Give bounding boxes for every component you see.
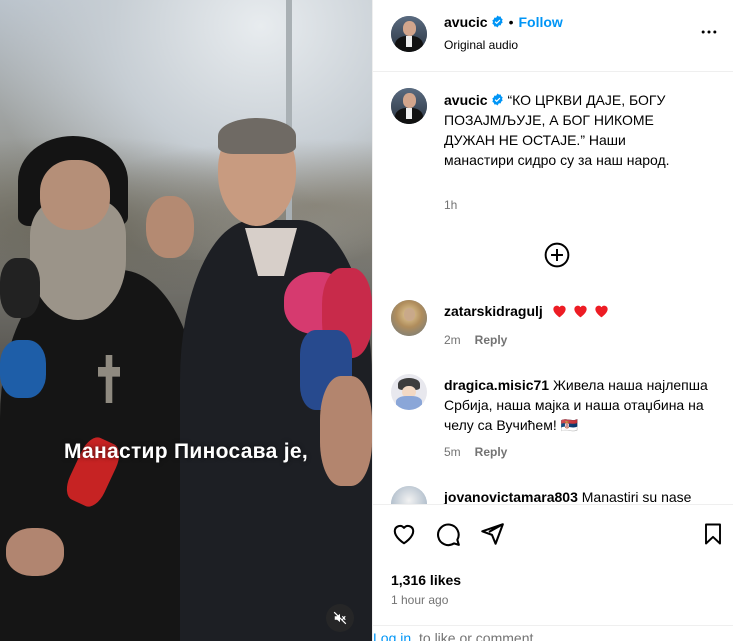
avatar[interactable] — [391, 88, 427, 124]
hand — [6, 528, 64, 576]
video-caption: Манастир Пиносава је, — [64, 440, 308, 463]
load-more-comments-button[interactable] — [544, 242, 570, 268]
heart-icon — [574, 305, 587, 318]
post-actions: 1,316 likes 1 hour ago Log in to like or… — [373, 504, 733, 641]
post-header: avucic • Follow Original audio — [373, 0, 733, 72]
audio-label[interactable]: Original audio — [444, 38, 518, 52]
paper-plane-icon — [481, 523, 504, 545]
post-time[interactable]: 1 hour ago — [391, 593, 448, 607]
caption-time[interactable]: 1h — [444, 198, 457, 212]
comment: jovanovictamara803 Manastiri su nase — [444, 487, 729, 504]
comment-text: Manastiri su nase — [581, 489, 692, 504]
commenter-avatar[interactable] — [391, 374, 427, 410]
comment-bubble-icon — [437, 523, 460, 547]
caption-username[interactable]: avucic — [444, 92, 488, 108]
post-media[interactable]: Манастир Пиносава је, — [0, 0, 372, 641]
more-options-button[interactable] — [699, 22, 719, 47]
commenter-avatar[interactable] — [391, 486, 427, 504]
priest-face — [40, 160, 110, 230]
mute-button[interactable] — [326, 604, 354, 632]
comment-username[interactable]: zatarskidragulj — [444, 303, 543, 319]
verified-badge-icon — [491, 93, 503, 106]
commenter-avatar[interactable] — [391, 300, 427, 336]
microphone — [0, 258, 40, 318]
speaker-muted-icon — [333, 611, 347, 625]
login-prompt: Log in to like or comment. — [373, 625, 733, 641]
like-count[interactable]: 1,316 likes — [391, 572, 461, 588]
comment-time[interactable]: 2m — [444, 333, 461, 347]
login-prompt-text: to like or comment. — [419, 630, 538, 641]
post-caption: avucic “КО ЦРКВИ ДАЈЕ, БОГУ ПОЗАЈМЉУЈЕ, … — [444, 90, 694, 170]
comment-button[interactable] — [435, 521, 461, 552]
username[interactable]: avucic — [444, 14, 488, 30]
background-person — [146, 196, 194, 258]
comment-username[interactable]: dragica.misic71 — [444, 377, 549, 393]
reply-button[interactable]: Reply — [475, 333, 508, 347]
man-hair — [218, 118, 296, 154]
heart-icon — [595, 305, 608, 318]
post-panel: avucic • Follow Original audio avucic “КО … — [372, 0, 733, 641]
more-options-icon — [701, 30, 717, 34]
comment-time[interactable]: 5m — [444, 445, 461, 459]
like-button[interactable] — [391, 521, 417, 552]
plus-circle-icon — [544, 242, 570, 268]
reply-button[interactable]: Reply — [475, 445, 508, 459]
comment-meta: 2m Reply — [444, 333, 507, 347]
hand — [320, 376, 372, 486]
heart-icon — [553, 305, 566, 318]
verified-badge-icon — [491, 15, 503, 28]
comment-meta: 5m Reply — [444, 445, 507, 459]
comment: zatarskidragulj — [444, 301, 714, 321]
login-link[interactable]: Log in — [373, 630, 411, 641]
heart-outline-icon — [393, 524, 415, 545]
microphone — [0, 340, 46, 398]
comments-section[interactable]: avucic “КО ЦРКВИ ДАЈЕ, БОГУ ПОЗАЈМЉУЈЕ, … — [373, 72, 733, 504]
follow-button[interactable]: Follow — [519, 14, 563, 30]
share-button[interactable] — [479, 521, 505, 552]
save-button[interactable] — [701, 521, 725, 552]
avatar[interactable] — [391, 16, 427, 52]
separator-dot: • — [508, 14, 514, 30]
comment: dragica.misic71 Живела наша најлепша Срб… — [444, 375, 729, 435]
heart-emojis — [551, 303, 610, 319]
bookmark-icon — [705, 523, 721, 545]
comment-username[interactable]: jovanovictamara803 — [444, 489, 578, 504]
